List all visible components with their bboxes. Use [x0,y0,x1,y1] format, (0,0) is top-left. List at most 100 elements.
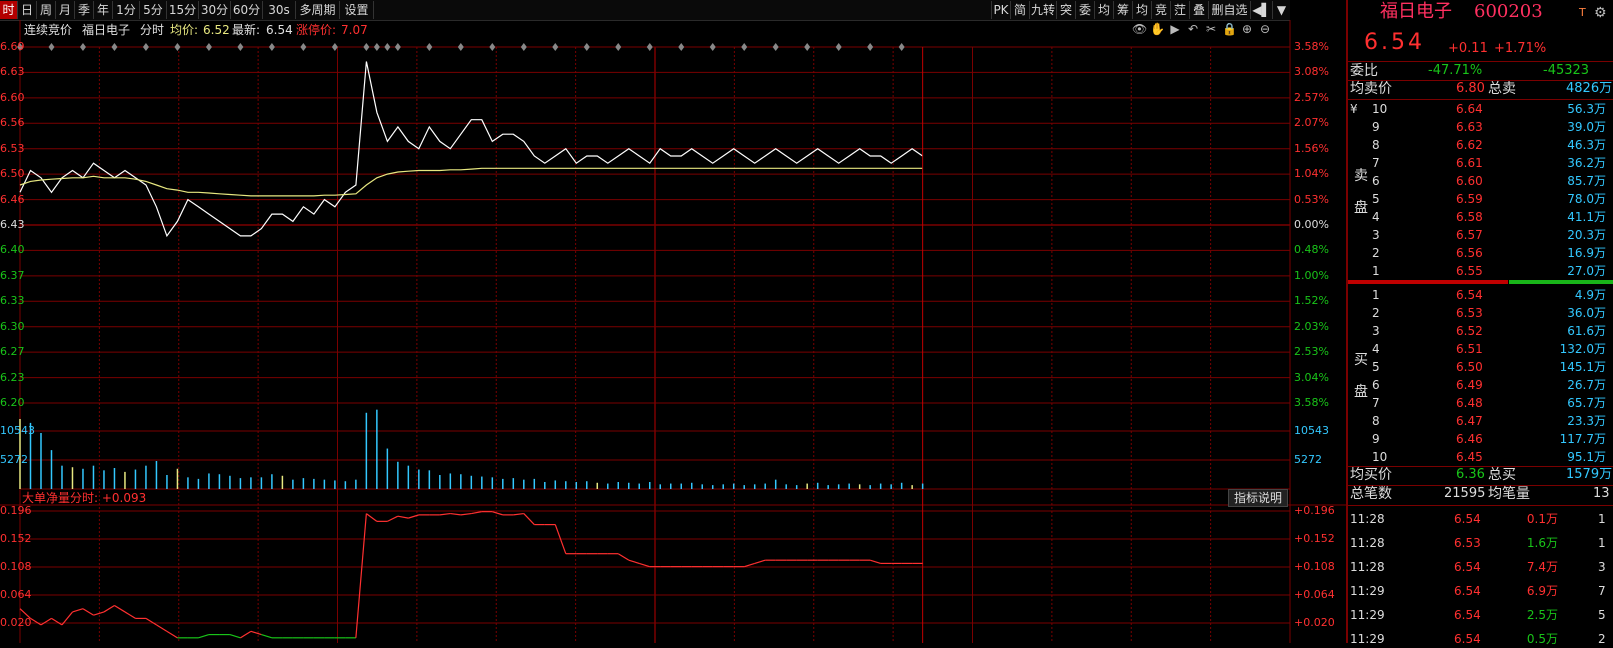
indicator-segment [40,617,52,626]
avg-trade-label: 均笔量 [1488,486,1530,502]
price-axis-label: 6.33 [0,294,25,308]
wei-pct: -47.71% [1428,63,1483,78]
indicator-segment [261,634,273,639]
volume-axis-label: 10543 [0,424,35,437]
total-buy-value: 1579万 [1566,467,1613,482]
bid-price: 6.53 [1456,306,1483,320]
ask-level: 5 [1372,192,1380,206]
tick-price: 6.54 [1454,584,1481,598]
ask-price: 6.64 [1456,102,1483,116]
tick-price: 6.54 [1454,632,1481,646]
indicator-segment [628,559,640,564]
indicator-axis-label: 0.064 [0,588,32,601]
event-diamond [426,43,433,51]
ask-price: 6.56 [1456,246,1483,260]
tick-volume: 7.4万 [1526,560,1558,574]
event-diamond [174,43,181,51]
price-axis-label: 6.60 [0,90,25,104]
percent-axis-label: 1.52% [1294,294,1329,308]
event-diamond [552,43,559,51]
event-diamond [457,43,464,51]
indicator-segment [397,515,409,519]
buy-side-label: 买盘 [1354,352,1368,400]
indicator-segment [124,611,136,619]
event-diamond [48,43,55,51]
bid-price: 6.54 [1456,288,1483,302]
tick-volume: 6.9万 [1526,584,1558,598]
sell-pressure-bar [1348,280,1508,284]
ask-level: 10 [1372,102,1388,116]
avg-trade-value: 13 [1593,486,1610,501]
buy-pressure-bar [1509,280,1613,284]
event-diamond [615,43,622,51]
sell-side-label: 卖盘 [1354,168,1368,216]
indicator-segment [114,604,126,613]
total-sell-label: 总卖 [1488,81,1516,97]
bid-level: 9 [1372,432,1380,446]
event-diamond [237,43,244,51]
bid-level: 6 [1372,378,1380,392]
percent-axis-label: 2.03% [1294,319,1329,333]
ask-volume: 39.0万 [1567,120,1606,134]
event-diamond [489,43,496,51]
tick-time: 11:29 [1350,632,1385,646]
indicator-segment [450,512,461,516]
volume-axis-label: 5272 [1294,453,1322,466]
bid-price: 6.50 [1456,360,1483,374]
tick-volume: 0.5万 [1526,632,1558,646]
indicator-segment [240,630,252,639]
total-buy-label: 总买 [1488,467,1516,483]
bid-level: 4 [1372,342,1380,356]
bid-volume: 61.6万 [1567,324,1606,338]
indicator-segment [93,611,105,616]
event-diamond [79,43,86,51]
event-diamond [741,43,748,51]
indicator-axis-label: +0.020 [1294,616,1335,629]
ask-level: 2 [1372,246,1380,260]
event-diamond [646,43,653,51]
price-axis-label: 6.43 [0,218,25,231]
price-axis-label: 6.63 [0,65,25,79]
ask-volume: 46.3万 [1567,138,1606,152]
intraday-chart [0,20,1346,643]
tick-price: 6.54 [1454,608,1481,622]
ask-level: 8 [1372,138,1380,152]
event-diamond [804,43,811,51]
percent-axis-label: 3.08% [1294,65,1329,79]
indicator-explain-button[interactable]: 指标说明 [1228,489,1288,507]
price-axis-label: 6.46 [0,192,25,206]
volume-axis-label: 5272 [0,453,28,466]
percent-axis-label: 2.53% [1294,345,1329,359]
bid-volume: 4.9万 [1574,288,1606,302]
ask-price: 6.55 [1456,264,1483,278]
percent-axis-label: 0.48% [1294,243,1329,257]
ask-price: 6.63 [1456,120,1483,134]
wei-diff: -45323 [1543,63,1590,78]
tick-time: 11:28 [1350,536,1385,550]
bid-price: 6.45 [1456,450,1483,464]
event-diamond [520,43,527,51]
gear-icon[interactable]: ⚙ [1594,4,1607,22]
bid-level: 5 [1372,360,1380,374]
price-axis-label: 6.69 [0,40,25,53]
price-axis-label: 6.50 [0,167,25,181]
bid-volume: 36.0万 [1567,306,1606,320]
indicator-segment [460,512,472,516]
t-icon[interactable]: T [1579,4,1586,22]
total-sell-value: 4826万 [1566,81,1613,96]
price-axis-label: 6.30 [0,319,25,333]
event-diamond [373,43,380,51]
price-axis-label: 6.27 [0,345,25,359]
ask-level: 9 [1372,120,1380,134]
indicator-segment [523,513,535,526]
event-diamond [835,43,842,51]
indicator-segment [439,512,451,516]
event-diamond [898,43,905,51]
tick-volume: 1.6万 [1526,536,1558,550]
avg-buy-value: 6.36 [1456,467,1485,482]
ask-level: 3 [1372,228,1380,242]
indicator-segment [754,559,766,564]
price-axis-label: 6.53 [0,141,25,155]
indicator-axis-label: +0.064 [1294,588,1335,601]
indicator-segment [156,624,168,632]
